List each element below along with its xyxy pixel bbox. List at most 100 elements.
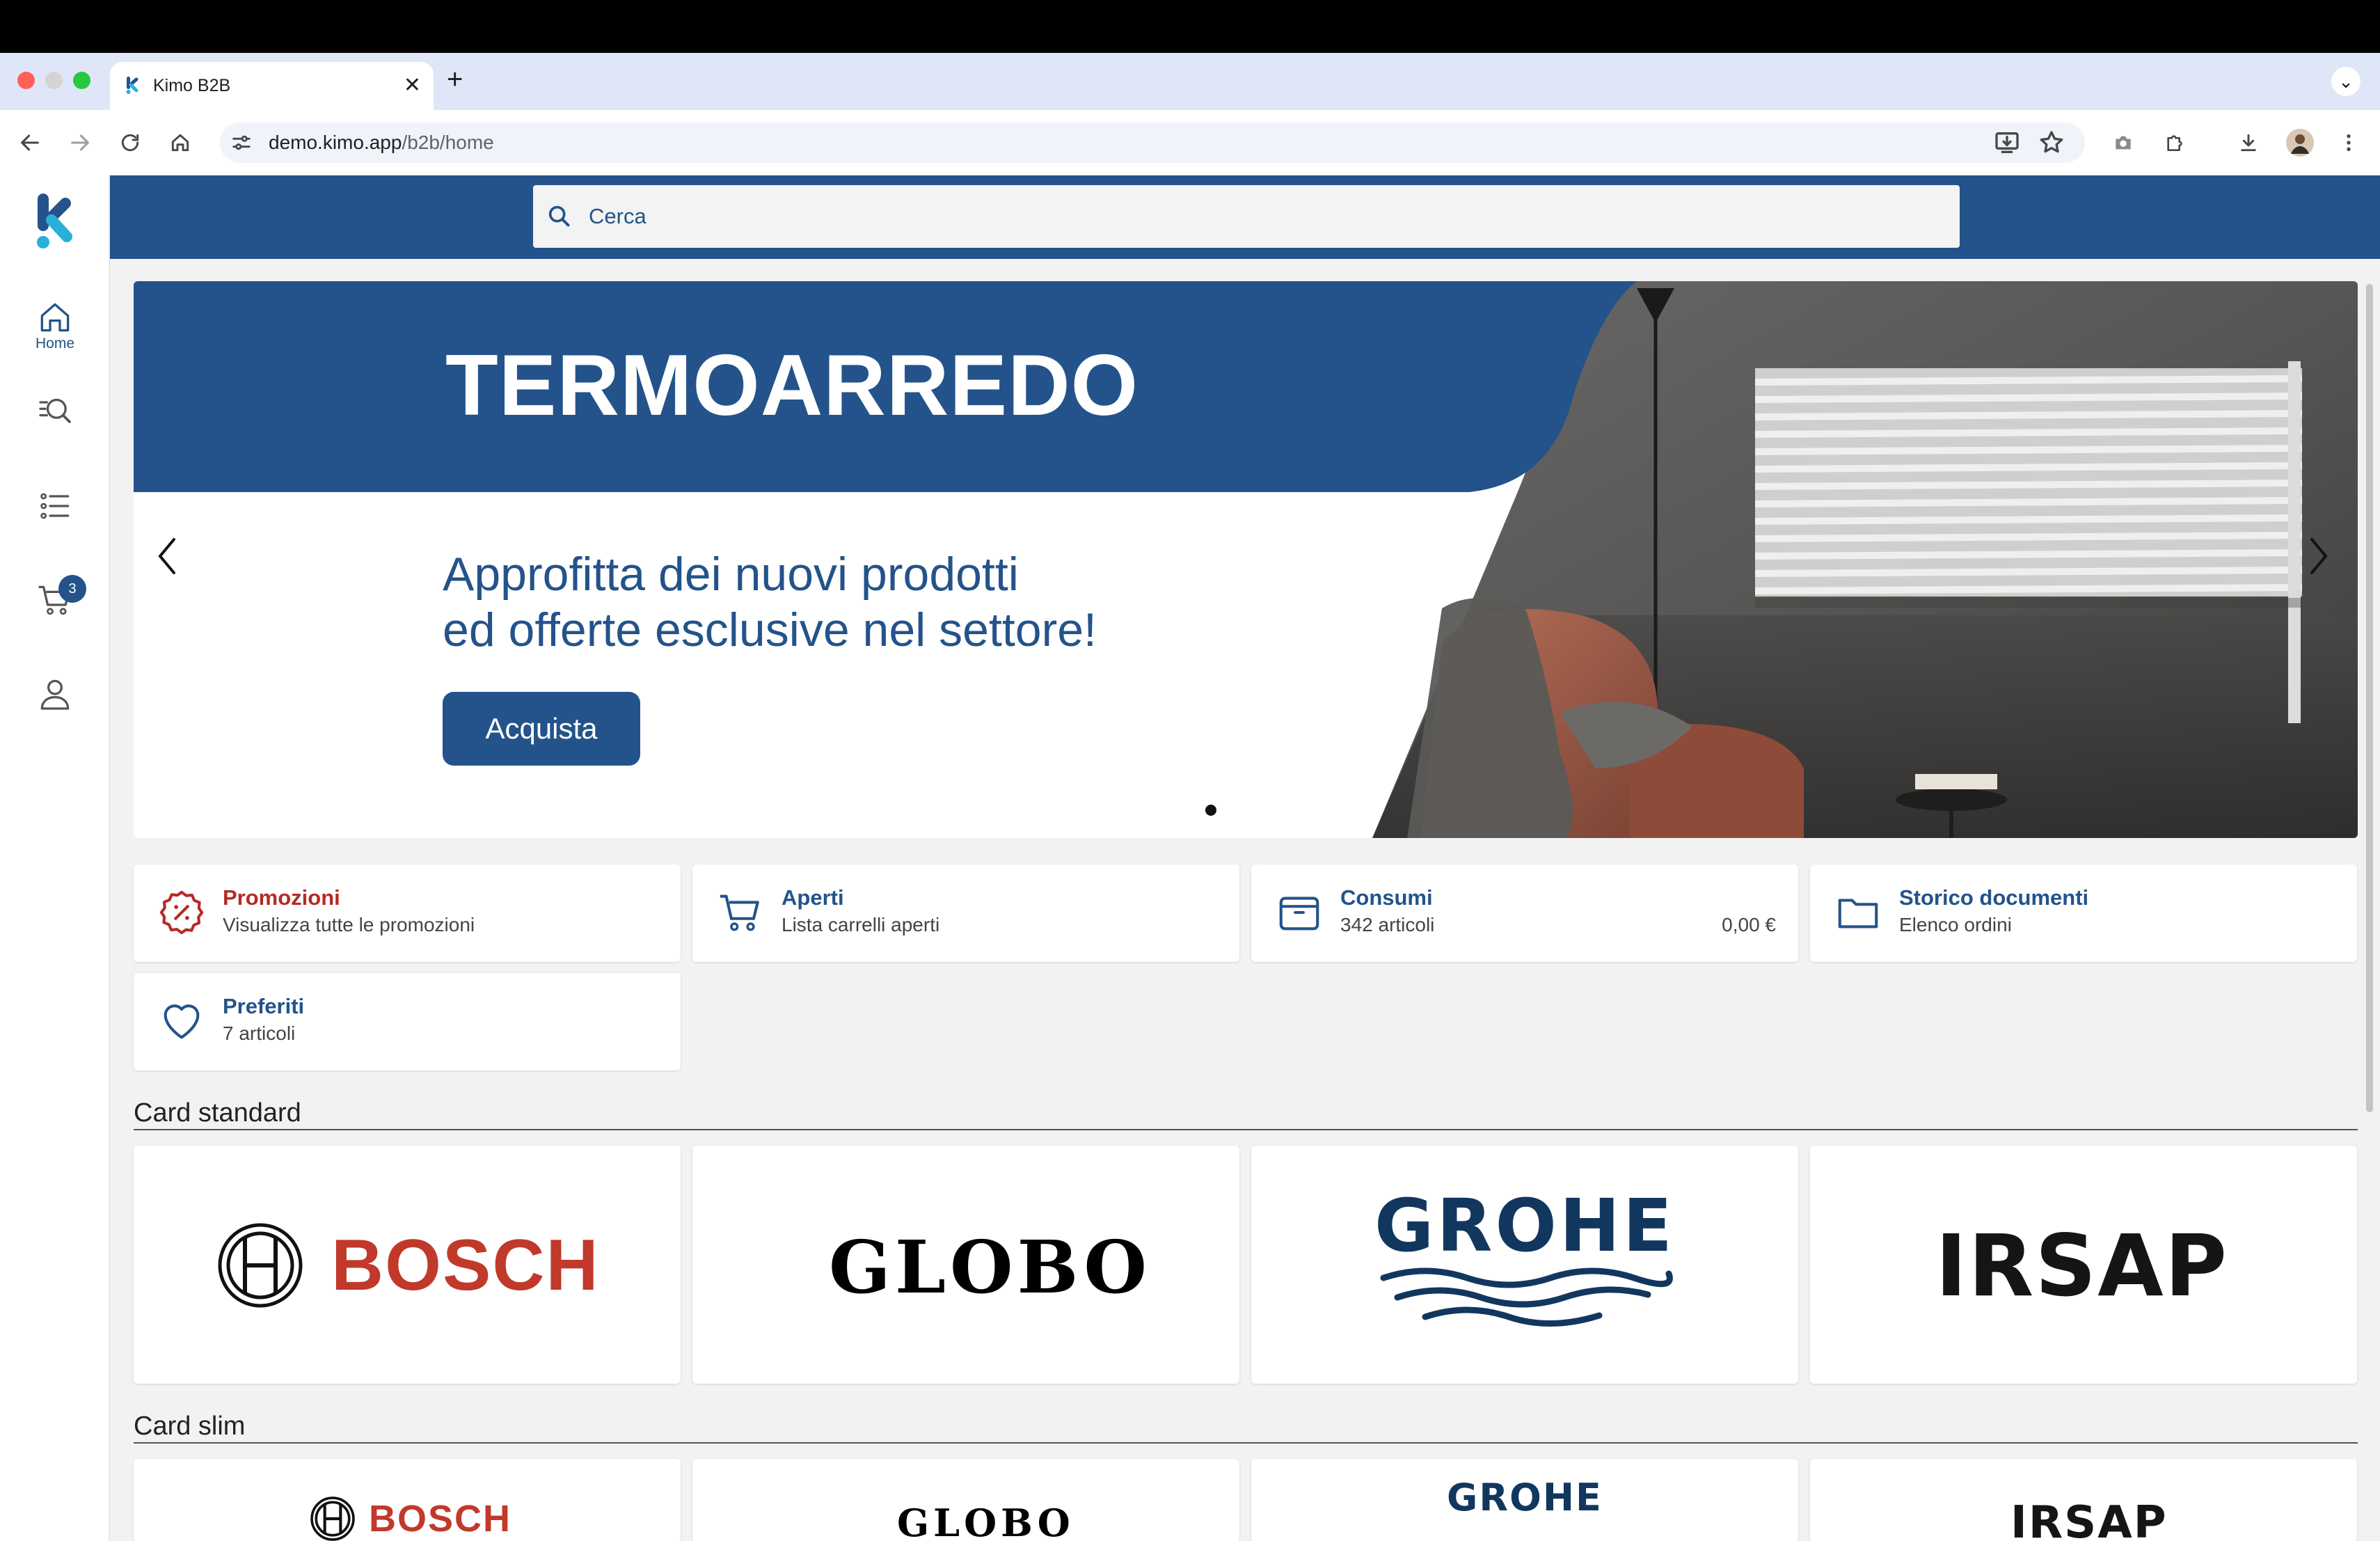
- storico-subtitle: Elenco ordini: [1899, 914, 2012, 935]
- consumi-subtitle: 342 articoli: [1340, 914, 1435, 935]
- folder-icon: [1838, 899, 1878, 928]
- promozioni-subtitle: Visualizza tutte le promozioni: [223, 914, 475, 935]
- nav-home[interactable]: Home: [0, 294, 110, 356]
- consumi-title: Consumi: [1340, 885, 1433, 910]
- globo-wordmark: GLOBO: [897, 1501, 1074, 1541]
- brand-card-globo[interactable]: GLOBO: [692, 1146, 1239, 1384]
- grohe-logo: GROHE: [1370, 1187, 1680, 1334]
- carousel-dot[interactable]: [1205, 805, 1216, 816]
- extensions-icon[interactable]: [2157, 125, 2192, 160]
- browser-tab[interactable]: Kimo B2B ✕: [110, 62, 434, 110]
- forward-icon[interactable]: [63, 125, 97, 160]
- search-placeholder: Cerca: [589, 204, 646, 228]
- brand-card-irsap[interactable]: IRSAP: [1810, 1146, 2357, 1384]
- search-input[interactable]: Cerca: [533, 185, 1960, 248]
- consumi-card[interactable]: Consumi 342 articoli 0,00 €: [1251, 864, 1798, 962]
- tab-title: Kimo B2B: [153, 76, 231, 95]
- grohe-logo: GROHE: [1439, 1477, 1610, 1519]
- url-path: /b2b/home: [402, 132, 494, 153]
- profile-avatar[interactable]: [2283, 125, 2317, 160]
- preferiti-subtitle: 7 articoli: [223, 1022, 296, 1044]
- aperti-card[interactable]: Aperti Lista carrelli aperti: [692, 864, 1239, 962]
- aperti-subtitle: Lista carrelli aperti: [782, 914, 940, 935]
- grohe-wordmark: GROHE: [1374, 1183, 1675, 1268]
- brand-card-grohe[interactable]: GROHE: [1251, 1146, 1798, 1384]
- consumi-value: 0,00 €: [1722, 914, 1776, 935]
- cart-icon: [720, 894, 759, 931]
- nav-profile[interactable]: [0, 663, 110, 725]
- bosch-armature-icon: [218, 1223, 303, 1308]
- browser-menu-icon[interactable]: [2331, 125, 2366, 160]
- tab-search-button[interactable]: ⌄: [2331, 67, 2361, 96]
- install-app-icon[interactable]: [1993, 129, 2021, 157]
- storico-title: Storico documenti: [1899, 885, 2089, 910]
- browser-toolbar: demo.kimo.app/b2b/home: [0, 110, 2380, 175]
- nav-list[interactable]: [0, 475, 110, 537]
- kimo-logo[interactable]: [35, 192, 75, 251]
- scrollbar-thumb[interactable]: [2366, 284, 2373, 1112]
- grohe-wordmark: GROHE: [1447, 1476, 1603, 1519]
- bookmark-star-icon[interactable]: [2038, 129, 2065, 157]
- slim-card-globo[interactable]: GLOBO: [692, 1459, 1239, 1541]
- window-maximize-button[interactable]: [73, 72, 90, 89]
- bosch-wordmark: BOSCH: [331, 1224, 600, 1306]
- home-icon[interactable]: [163, 125, 198, 160]
- page-content: Home 3 Cerca TERMOARREDO Approfitta dei …: [0, 175, 2380, 1541]
- user-icon: [40, 679, 70, 710]
- slim-card-bosch[interactable]: BOSCH: [134, 1459, 681, 1541]
- nav-cart[interactable]: [0, 569, 110, 631]
- preferiti-card[interactable]: Preferiti 7 articoli: [134, 973, 681, 1070]
- section-divider: [134, 1129, 2358, 1130]
- discount-badge-icon: [159, 890, 204, 935]
- site-info-icon[interactable]: [230, 131, 253, 155]
- slim-card-irsap[interactable]: IRSAP: [1810, 1459, 2357, 1541]
- nav-home-label: Home: [35, 335, 75, 351]
- promo-banner[interactable]: TERMOARREDO Approfitta dei nuovi prodott…: [134, 281, 2358, 838]
- header-bar: Cerca: [110, 175, 2380, 259]
- search-icon: [548, 205, 570, 227]
- heart-icon: [164, 1004, 200, 1039]
- promozioni-title: Promozioni: [223, 885, 340, 910]
- banner-title: TERMOARREDO: [445, 338, 1139, 434]
- irsap-wordmark: IRSAP: [2010, 1497, 2168, 1541]
- brand-card-bosch[interactable]: BOSCH: [134, 1146, 681, 1384]
- bosch-logo: BOSCH: [217, 1222, 600, 1309]
- kimo-favicon-icon: [126, 77, 138, 94]
- section-divider: [134, 1442, 2358, 1444]
- window-minimize-button[interactable]: [45, 72, 63, 89]
- sidebar: Home 3: [0, 175, 110, 1541]
- bosch-wordmark: BOSCH: [369, 1498, 512, 1540]
- new-tab-button[interactable]: +: [447, 64, 463, 95]
- carousel-prev-icon[interactable]: [154, 535, 180, 577]
- cart-count-badge: 3: [58, 575, 86, 603]
- window-top-bar: [0, 0, 2380, 53]
- tab-close-icon[interactable]: ✕: [404, 72, 421, 100]
- storico-documenti-card[interactable]: Storico documenti Elenco ordini: [1810, 864, 2357, 962]
- aperti-title: Aperti: [782, 885, 844, 910]
- back-icon[interactable]: [13, 125, 47, 160]
- bosch-logo: BOSCH: [310, 1496, 511, 1541]
- carousel-next-icon[interactable]: [2306, 535, 2331, 577]
- banner-subtitle-line2: ed offerte esclusive nel settore!: [443, 603, 1097, 656]
- irsap-wordmark: IRSAP: [1935, 1217, 2229, 1315]
- reload-icon[interactable]: [113, 125, 148, 160]
- globo-wordmark: GLOBO: [829, 1224, 1151, 1310]
- nav-search[interactable]: [0, 381, 110, 443]
- grohe-waves-icon: [1380, 1267, 1673, 1327]
- slim-card-grohe[interactable]: GROHE: [1251, 1459, 1798, 1541]
- url-text: demo.kimo.app/b2b/home: [269, 129, 494, 157]
- section-title-card-standard: Card standard: [134, 1098, 301, 1128]
- preferiti-title: Preferiti: [223, 994, 305, 1018]
- home-icon: [40, 303, 70, 332]
- downloads-icon[interactable]: [2231, 125, 2266, 160]
- window-close-button[interactable]: [17, 72, 35, 89]
- promozioni-card[interactable]: Promozioni Visualizza tutte le promozion…: [134, 864, 681, 962]
- bosch-armature-icon: [310, 1496, 355, 1541]
- address-bar[interactable]: demo.kimo.app/b2b/home: [220, 123, 2085, 163]
- list-icon: [40, 493, 70, 519]
- acquista-button[interactable]: Acquista: [443, 692, 640, 766]
- box-icon: [1279, 896, 1319, 931]
- camera-icon[interactable]: [2106, 125, 2141, 160]
- section-title-card-slim: Card slim: [134, 1412, 246, 1441]
- search-list-icon: [39, 398, 71, 423]
